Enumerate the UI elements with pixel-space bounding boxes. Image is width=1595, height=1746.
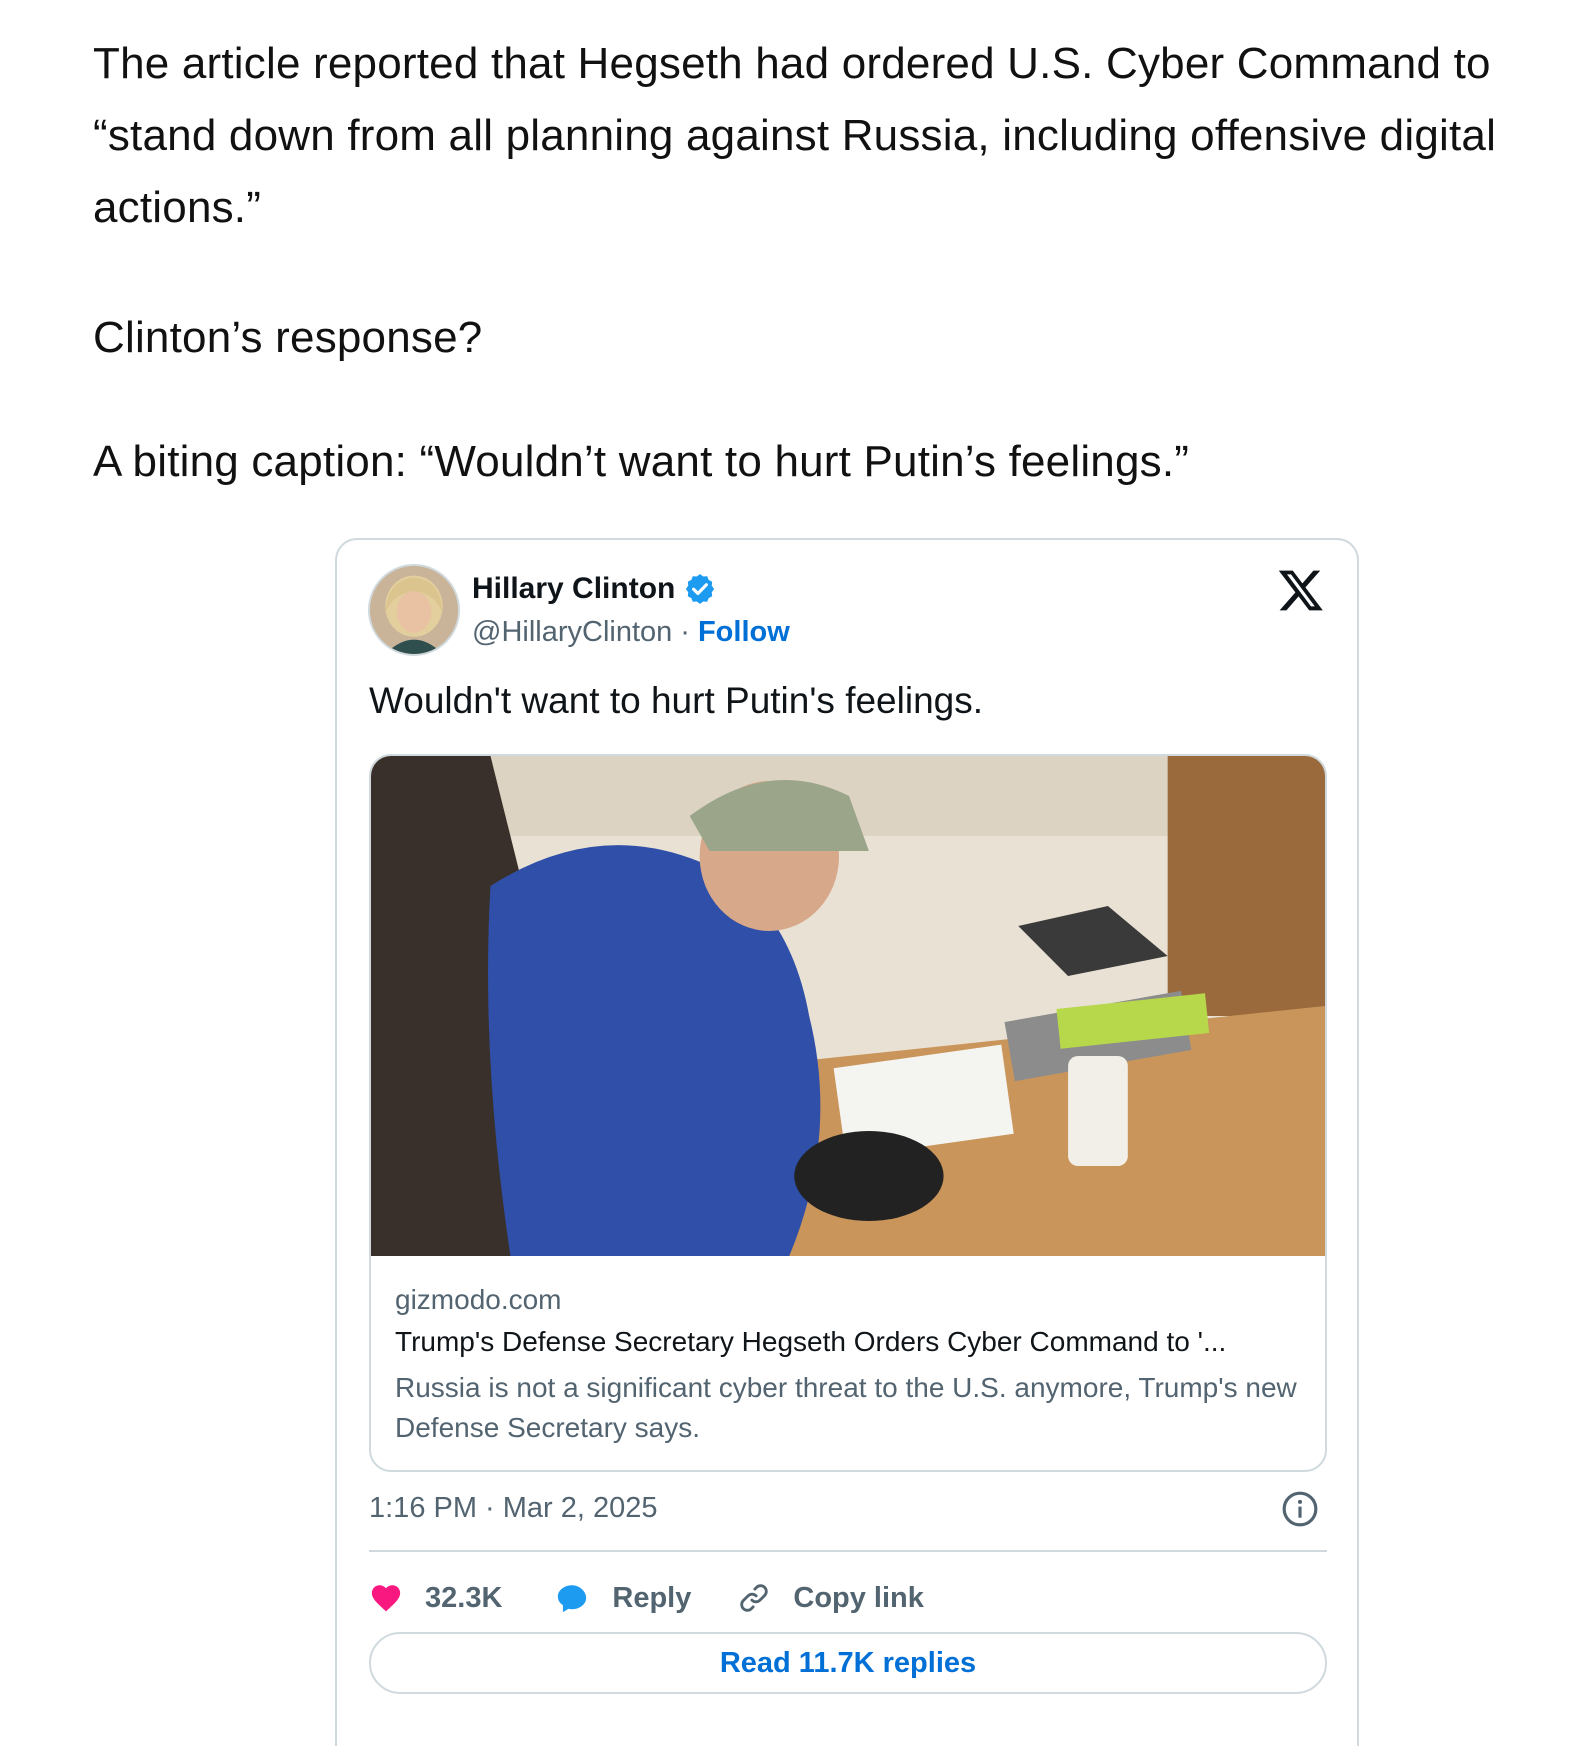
link-description: Russia is not a significant cyber threat… <box>395 1372 1297 1443</box>
avatar-image <box>370 566 458 654</box>
handle-separator: · <box>680 616 690 648</box>
heart-icon <box>371 1585 401 1612</box>
article-paragraph: A biting caption: “Wouldn’t want to hurt… <box>93 437 1190 486</box>
author-name-row: Hillary Clinton <box>472 572 717 606</box>
article-body: The article reported that Hegseth had or… <box>93 28 1563 498</box>
copy-link-button[interactable]: Copy link <box>737 1581 924 1615</box>
tweet-actions: 32.3K Reply Copy link <box>369 1570 924 1626</box>
link-domain: gizmodo.com <box>395 1284 562 1315</box>
divider <box>369 1550 1327 1552</box>
author-name[interactable]: Hillary Clinton <box>472 572 675 606</box>
reply-button[interactable]: Reply <box>554 1581 691 1615</box>
link-preview-image <box>371 756 1325 1256</box>
article-paragraph: The article reported that Hegseth had or… <box>93 39 1497 232</box>
author-handle[interactable]: @HillaryClinton <box>472 616 672 649</box>
x-logo-icon[interactable] <box>1277 566 1325 614</box>
link-title: Trump's Defense Secretary Hegseth Orders… <box>395 1326 1227 1357</box>
read-replies-button[interactable]: Read 11.7K replies <box>369 1632 1327 1694</box>
like-count: 32.3K <box>425 1581 503 1614</box>
article-paragraph: Clinton’s response? <box>93 313 483 362</box>
link-preview-card[interactable]: gizmodo.com Trump's Defense Secretary He… <box>369 754 1327 1472</box>
handle-row: @HillaryClinton · Follow <box>472 616 790 649</box>
avatar[interactable] <box>368 564 460 656</box>
copy-link-label: Copy link <box>793 1581 924 1614</box>
speech-bubble-icon <box>558 1585 587 1613</box>
tweet-timestamp[interactable]: 1:16 PM · Mar 2, 2025 <box>369 1492 658 1525</box>
follow-button[interactable]: Follow <box>698 616 790 649</box>
link-preview-meta: gizmodo.com Trump's Defense Secretary He… <box>371 1256 1325 1448</box>
info-icon[interactable] <box>1281 1490 1319 1528</box>
tweet-text: Wouldn't want to hurt Putin's feelings. <box>369 680 984 721</box>
embedded-tweet: Hillary Clinton @HillaryClinton · Follow… <box>335 538 1359 1746</box>
like-button[interactable]: 32.3K <box>369 1581 502 1615</box>
link-icon <box>740 1584 769 1612</box>
verified-badge-icon <box>686 574 715 604</box>
reply-label: Reply <box>612 1581 692 1614</box>
